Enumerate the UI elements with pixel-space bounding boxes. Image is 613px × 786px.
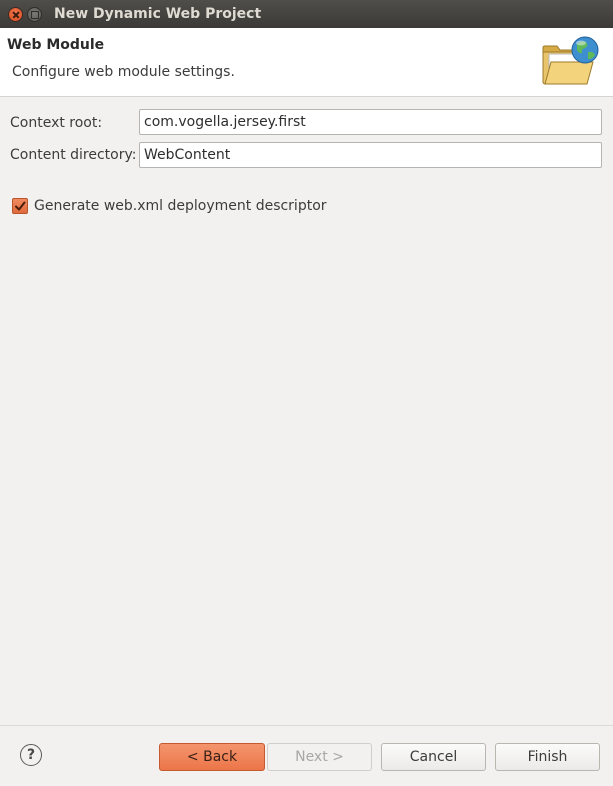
- context-root-input[interactable]: [139, 109, 602, 135]
- checkmark-icon: [15, 201, 26, 211]
- back-button[interactable]: < Back: [159, 743, 265, 771]
- context-root-label: Context root:: [10, 115, 103, 131]
- footer-divider: [0, 725, 613, 726]
- cancel-button[interactable]: Cancel: [381, 743, 486, 771]
- generate-descriptor-checkbox[interactable]: [12, 198, 28, 214]
- page-title: Web Module: [7, 37, 105, 53]
- next-button[interactable]: Next >: [267, 743, 372, 771]
- generate-descriptor-label: Generate web.xml deployment descriptor: [34, 198, 327, 214]
- finish-button[interactable]: Finish: [495, 743, 600, 771]
- web-folder-globe-icon: [542, 36, 599, 85]
- close-window-button[interactable]: [8, 7, 23, 22]
- page-description: Configure web module settings.: [12, 64, 235, 80]
- window-titlebar: New Dynamic Web Project: [0, 0, 613, 28]
- window-title: New Dynamic Web Project: [54, 6, 262, 22]
- content-directory-label: Content directory:: [10, 147, 137, 163]
- generate-descriptor-option[interactable]: Generate web.xml deployment descriptor: [12, 198, 327, 214]
- content-directory-input[interactable]: [139, 142, 602, 168]
- wizard-header: Web Module Configure web module settings…: [0, 28, 613, 97]
- help-icon[interactable]: ?: [20, 744, 42, 766]
- minimize-window-button[interactable]: [27, 7, 42, 22]
